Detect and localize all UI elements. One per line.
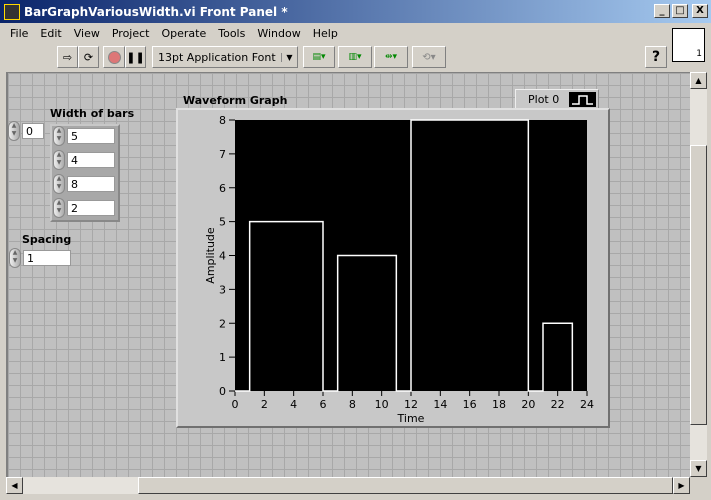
array-index-field[interactable]: 0	[22, 123, 44, 139]
pause-button[interactable]: ❚❚	[125, 46, 146, 68]
increment-decrement-icon[interactable]: ▲ ▼	[53, 126, 65, 146]
y-tick-label: 0	[219, 385, 226, 398]
menu-file[interactable]: File	[4, 25, 34, 43]
x-tick-label: 0	[232, 398, 239, 411]
menu-view[interactable]: View	[68, 25, 106, 43]
title-bar: BarGraphVariousWidth.vi Front Panel * _ …	[0, 0, 711, 23]
font-select[interactable]: 13pt Application Font ▼	[152, 46, 298, 68]
scroll-down-button[interactable]: ▼	[690, 460, 707, 477]
distribute-icon: ▥▾	[348, 52, 362, 62]
y-tick-label: 6	[219, 182, 226, 195]
horizontal-scrollbar[interactable]: ◀ ▶	[6, 477, 690, 494]
x-tick-label: 12	[404, 398, 418, 411]
menu-help[interactable]: Help	[307, 25, 344, 43]
width-field[interactable]: 4	[67, 152, 115, 168]
x-tick-label: 22	[551, 398, 565, 411]
reorder-icon: ⟲▾	[422, 51, 436, 63]
x-tick-label: 14	[433, 398, 447, 411]
maximize-button[interactable]: □	[672, 4, 688, 18]
x-tick-label: 8	[349, 398, 356, 411]
increment-decrement-icon[interactable]: ▲ ▼	[8, 121, 20, 141]
legend-label: Plot 0	[528, 92, 560, 106]
toolbar: ⇨ ⟳ ❚❚ 13pt Application Font ▼ ▤▾ ▥▾ ⇹▾ ⟲…	[0, 44, 670, 70]
plot-legend[interactable]: Plot 0	[515, 89, 599, 109]
vi-icon[interactable]: 1	[672, 28, 705, 62]
resize-icon: ⇹▾	[384, 52, 398, 62]
spacing-field[interactable]: 1	[23, 250, 71, 266]
vertical-scroll-thumb[interactable]	[690, 145, 707, 425]
abort-button[interactable]	[103, 46, 125, 68]
menu-project[interactable]: Project	[106, 25, 156, 43]
horizontal-scroll-thumb[interactable]	[138, 477, 673, 494]
y-tick-label: 2	[219, 317, 226, 330]
x-axis-label: Time	[397, 412, 425, 425]
y-tick-label: 1	[219, 351, 226, 364]
y-tick-label: 8	[219, 114, 226, 127]
vertical-scrollbar[interactable]: ▲ ▼	[690, 72, 707, 477]
width-element[interactable]: ▲ ▼ 2	[53, 198, 115, 218]
width-element[interactable]: ▲ ▼ 4	[53, 150, 115, 170]
width-of-bars-label: Width of bars	[50, 107, 135, 120]
scroll-right-button[interactable]: ▶	[673, 477, 690, 494]
spacing-control[interactable]: ▲ ▼ 1	[9, 248, 71, 268]
graph-plot: 0123456780 2 4 6 8 10 12 14 16 18 20 22 24TimeAmplit…	[204, 114, 594, 425]
y-tick-label: 5	[219, 216, 226, 229]
x-tick-label: 10	[375, 398, 389, 411]
menu-bar: File Edit View Project Operate Tools Win…	[4, 25, 344, 43]
y-tick-label: 3	[219, 283, 226, 296]
plot-style-icon	[569, 91, 597, 107]
menu-operate[interactable]: Operate	[155, 25, 212, 43]
run-continuously-button[interactable]: ⟳	[78, 46, 99, 68]
y-axis-label: Amplitude	[204, 227, 217, 284]
increment-decrement-icon[interactable]: ▲ ▼	[9, 248, 21, 268]
distribute-objects-button[interactable]: ▥▾	[338, 46, 372, 68]
scroll-left-button[interactable]: ◀	[6, 477, 23, 494]
align-objects-button[interactable]: ▤▾	[303, 46, 335, 68]
y-tick-label: 7	[219, 148, 226, 161]
width-element[interactable]: ▲ ▼ 8	[53, 174, 115, 194]
resize-objects-button[interactable]: ⇹▾	[374, 46, 408, 68]
x-tick-label: 6	[320, 398, 327, 411]
x-tick-label: 16	[463, 398, 477, 411]
x-tick-label: 20	[521, 398, 535, 411]
graph-title: Waveform Graph	[183, 94, 288, 107]
font-select-value: 13pt Application Font	[158, 50, 276, 64]
x-tick-label: 4	[290, 398, 297, 411]
run-button[interactable]: ⇨	[57, 46, 78, 68]
vi-icon-number: 1	[696, 49, 702, 59]
width-field[interactable]: 2	[67, 200, 115, 216]
width-field[interactable]: 5	[67, 128, 115, 144]
chevron-down-icon: ▼	[281, 52, 297, 62]
stop-icon	[107, 50, 121, 64]
menu-window[interactable]: Window	[251, 25, 306, 43]
y-tick-label: 4	[219, 250, 226, 263]
increment-decrement-icon[interactable]: ▲ ▼	[53, 174, 65, 194]
increment-decrement-icon[interactable]: ▲ ▼	[53, 150, 65, 170]
array-index-control[interactable]: ▲ ▼ 0	[8, 121, 44, 141]
x-tick-label: 24	[580, 398, 594, 411]
scroll-up-button[interactable]: ▲	[690, 72, 707, 89]
width-element[interactable]: ▲ ▼ 5	[53, 126, 115, 146]
spacing-label: Spacing	[22, 233, 72, 246]
align-icon: ▤▾	[312, 52, 326, 62]
help-button[interactable]: ?	[645, 46, 667, 68]
window-title: BarGraphVariousWidth.vi Front Panel *	[24, 4, 288, 19]
width-field[interactable]: 8	[67, 176, 115, 192]
close-button[interactable]: X	[692, 4, 708, 18]
minimize-button[interactable]: _	[654, 4, 670, 18]
labview-icon	[4, 3, 20, 20]
x-tick-label: 2	[261, 398, 268, 411]
x-tick-label: 18	[492, 398, 506, 411]
reorder-button[interactable]: ⟲▾	[412, 46, 446, 68]
menu-tools[interactable]: Tools	[212, 25, 251, 43]
increment-decrement-icon[interactable]: ▲ ▼	[53, 198, 65, 218]
menu-edit[interactable]: Edit	[34, 25, 67, 43]
